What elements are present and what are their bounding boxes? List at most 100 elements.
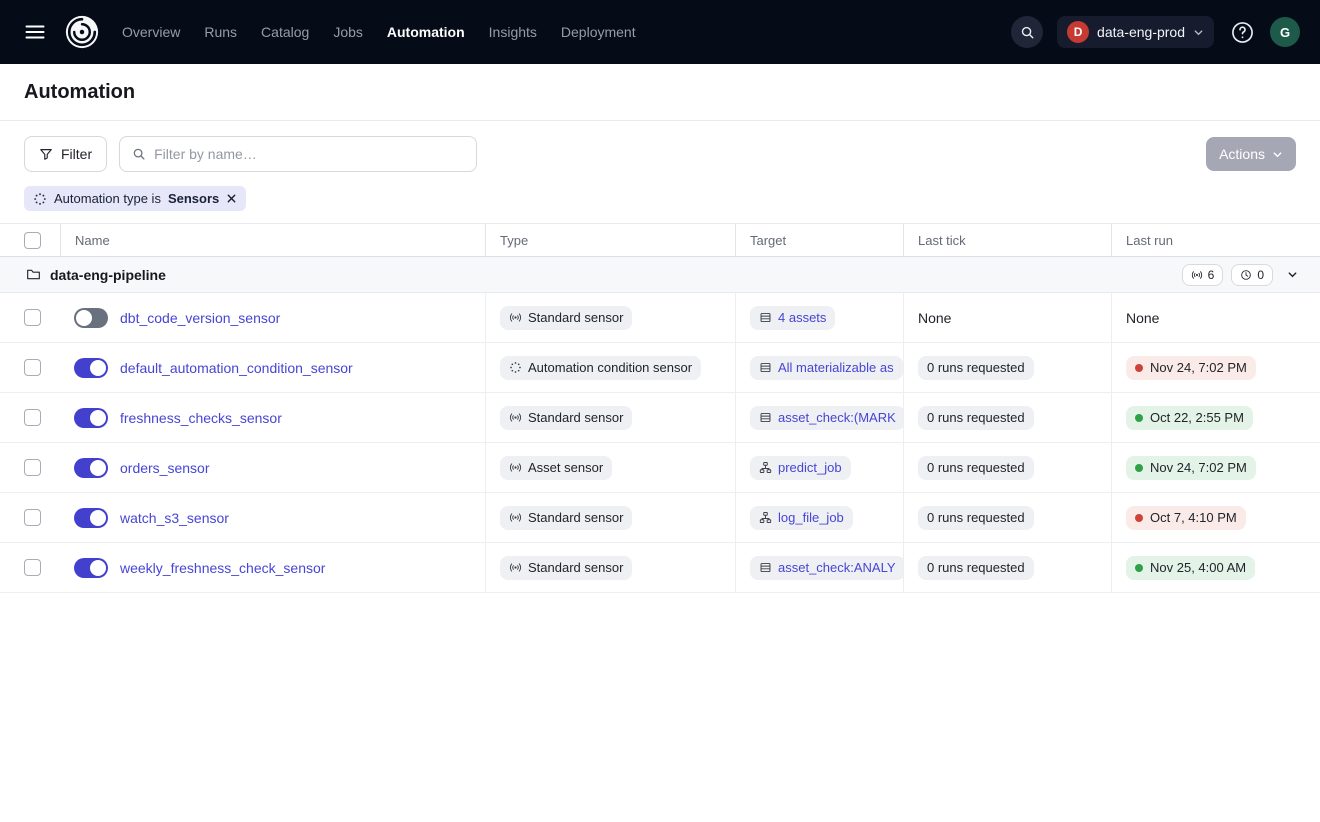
type-pill: Standard sensor — [500, 406, 632, 430]
sensor-toggle[interactable] — [74, 358, 108, 378]
filter-chip-prefix: Automation type is — [54, 191, 161, 206]
column-header-target: Target — [735, 224, 903, 256]
row-checkbox[interactable] — [24, 409, 41, 426]
target-link[interactable]: asset_check:ANALY — [750, 556, 903, 580]
target-link[interactable]: All materializable as — [750, 356, 903, 380]
search-icon[interactable] — [1011, 16, 1043, 48]
table-row: orders_sensor Asset sensor predict_job 0… — [0, 443, 1320, 493]
search-icon — [132, 147, 146, 161]
folder-icon — [26, 267, 41, 282]
last-run-pill[interactable]: Nov 24, 7:02 PM — [1126, 356, 1256, 380]
select-all-checkbox[interactable] — [24, 232, 41, 249]
last-tick-pill: 0 runs requested — [918, 356, 1034, 380]
last-tick-pill: 0 runs requested — [918, 506, 1034, 530]
row-checkbox[interactable] — [24, 559, 41, 576]
hamburger-menu-icon[interactable] — [20, 17, 50, 47]
dagster-logo-icon[interactable] — [62, 12, 102, 52]
asset-icon — [759, 311, 772, 324]
type-pill: Automation condition sensor — [500, 356, 701, 380]
last-run-pill[interactable]: Oct 22, 2:55 PM — [1126, 406, 1253, 430]
automation-condition-icon — [509, 361, 522, 374]
top-navbar: Overview Runs Catalog Jobs Automation In… — [0, 0, 1320, 64]
target-link[interactable]: predict_job — [750, 456, 851, 480]
run-status-dot — [1135, 464, 1143, 472]
target-link[interactable]: 4 assets — [750, 306, 835, 330]
table-row: weekly_freshness_check_sensor Standard s… — [0, 543, 1320, 593]
sensor-name-link[interactable]: orders_sensor — [120, 460, 210, 476]
table-row: freshness_checks_sensor Standard sensor … — [0, 393, 1320, 443]
sensor-toggle[interactable] — [74, 408, 108, 428]
table-row: watch_s3_sensor Standard sensor log_file… — [0, 493, 1320, 543]
asset-icon — [759, 561, 772, 574]
deployment-switcher[interactable]: D data-eng-prod — [1057, 16, 1214, 48]
target-link[interactable]: log_file_job — [750, 506, 853, 530]
target-link[interactable]: asset_check:(MARK — [750, 406, 903, 430]
automation-type-filter-chip: Automation type is Sensors — [24, 186, 246, 211]
table-row: default_automation_condition_sensor Auto… — [0, 343, 1320, 393]
column-header-last-tick: Last tick — [903, 224, 1111, 256]
sensor-name-link[interactable]: default_automation_condition_sensor — [120, 360, 353, 376]
run-status-dot — [1135, 564, 1143, 572]
last-run-pill[interactable]: Oct 7, 4:10 PM — [1126, 506, 1246, 530]
deployment-badge: D — [1067, 21, 1089, 43]
toolbar: Filter Actions — [0, 121, 1320, 182]
sensor-name-link[interactable]: dbt_code_version_sensor — [120, 310, 280, 326]
filter-button[interactable]: Filter — [24, 136, 107, 172]
filter-chip-value: Sensors — [168, 191, 219, 206]
chevron-down-icon[interactable] — [1281, 267, 1304, 282]
run-status-dot — [1135, 414, 1143, 422]
run-status-dot — [1135, 514, 1143, 522]
job-icon — [759, 511, 772, 524]
sensor-name-link[interactable]: weekly_freshness_check_sensor — [120, 560, 325, 576]
run-status-dot — [1135, 364, 1143, 372]
navbar-right: D data-eng-prod G — [1011, 16, 1300, 48]
repo-group-row: data-eng-pipeline 6 0 — [0, 257, 1320, 293]
chevron-down-icon — [1272, 149, 1283, 160]
last-tick-pill: 0 runs requested — [918, 556, 1034, 580]
sensor-toggle[interactable] — [74, 558, 108, 578]
row-checkbox[interactable] — [24, 359, 41, 376]
type-pill: Asset sensor — [500, 456, 612, 480]
name-filter-box — [119, 136, 477, 172]
last-tick-pill: 0 runs requested — [918, 406, 1034, 430]
row-checkbox[interactable] — [24, 509, 41, 526]
actions-button[interactable]: Actions — [1206, 137, 1296, 171]
type-pill: Standard sensor — [500, 556, 632, 580]
user-avatar[interactable]: G — [1270, 17, 1300, 47]
nav-item-automation[interactable]: Automation — [387, 24, 465, 40]
last-tick-value: None — [918, 310, 951, 326]
nav-item-catalog[interactable]: Catalog — [261, 24, 309, 40]
nav-item-insights[interactable]: Insights — [489, 24, 537, 40]
sensor-icon — [509, 411, 522, 424]
close-icon[interactable] — [226, 193, 237, 204]
page-header: Automation — [0, 64, 1320, 121]
active-filters-row: Automation type is Sensors — [0, 182, 1320, 224]
main-nav: Overview Runs Catalog Jobs Automation In… — [122, 24, 636, 40]
help-icon[interactable] — [1228, 18, 1256, 46]
asset-icon — [759, 411, 772, 424]
sensor-toggle[interactable] — [74, 308, 108, 328]
last-run-pill[interactable]: Nov 25, 4:00 AM — [1126, 556, 1255, 580]
funnel-icon — [39, 147, 53, 161]
last-tick-pill: 0 runs requested — [918, 456, 1034, 480]
sensor-toggle[interactable] — [74, 458, 108, 478]
sensor-name-link[interactable]: freshness_checks_sensor — [120, 410, 282, 426]
nav-item-runs[interactable]: Runs — [204, 24, 237, 40]
nav-item-overview[interactable]: Overview — [122, 24, 180, 40]
last-run-pill[interactable]: Nov 24, 7:02 PM — [1126, 456, 1256, 480]
sensor-icon — [509, 511, 522, 524]
column-header-last-run: Last run — [1111, 224, 1320, 256]
sensor-name-link[interactable]: watch_s3_sensor — [120, 510, 229, 526]
row-checkbox[interactable] — [24, 459, 41, 476]
type-pill: Standard sensor — [500, 306, 632, 330]
nav-item-deployment[interactable]: Deployment — [561, 24, 636, 40]
nav-item-jobs[interactable]: Jobs — [333, 24, 363, 40]
chevron-down-icon — [1193, 27, 1204, 38]
row-checkbox[interactable] — [24, 309, 41, 326]
name-filter-input[interactable] — [154, 146, 464, 162]
sensor-icon — [509, 461, 522, 474]
asset-icon — [759, 361, 772, 374]
last-run-value: None — [1126, 310, 1159, 326]
sensor-toggle[interactable] — [74, 508, 108, 528]
table-header: Name Type Target Last tick Last run — [0, 224, 1320, 257]
